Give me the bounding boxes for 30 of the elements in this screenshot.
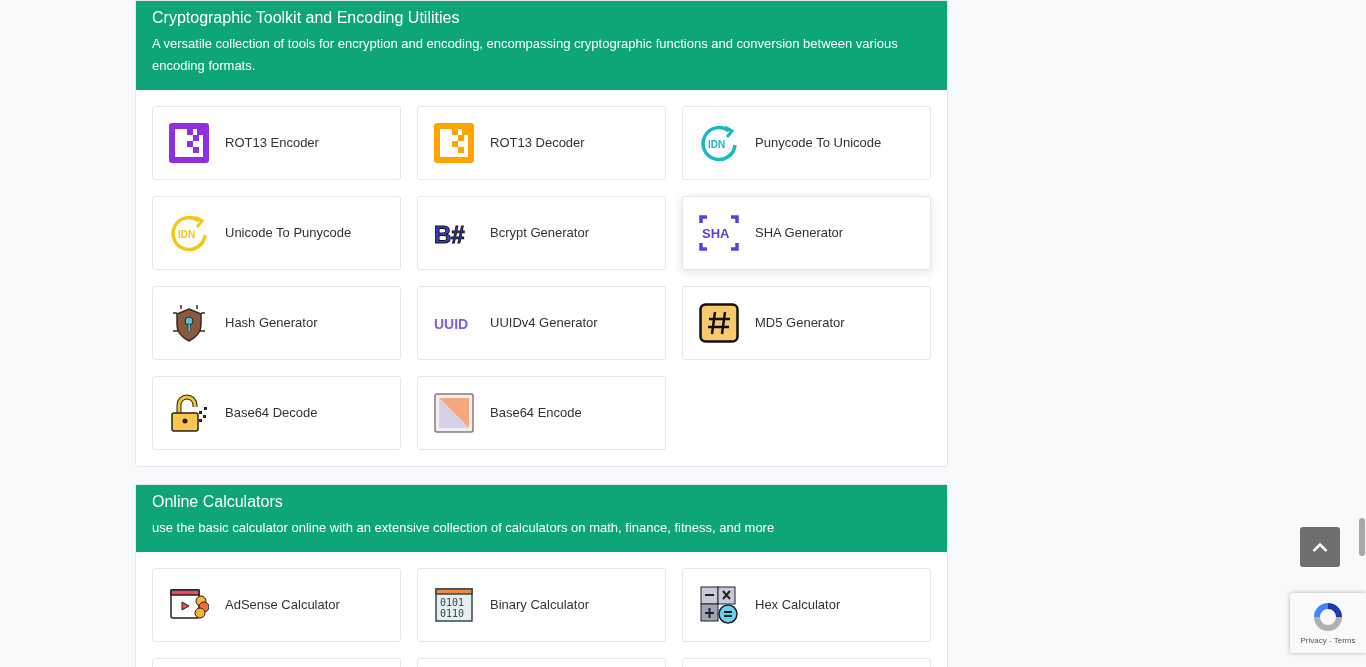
scroll-to-top-button[interactable]	[1300, 527, 1340, 567]
tool-card[interactable]: ROT13 Decoder	[417, 106, 666, 180]
tool-card[interactable]: AdSense Calculator	[152, 568, 401, 642]
scrollbar-thumb	[1359, 518, 1365, 556]
tool-card[interactable]: IDN Punycode To Unicode	[682, 106, 931, 180]
hash-square-icon	[699, 303, 739, 343]
tool-card[interactable]: UUID UUIDv4 Generator	[417, 286, 666, 360]
tool-card[interactable]: Base64 Encode	[417, 376, 666, 450]
tool-card[interactable]: Hash Generator	[152, 286, 401, 360]
checker-square-icon	[434, 123, 474, 163]
tool-card[interactable]: IDN Unicode To Punycode	[152, 196, 401, 270]
category-title: Cryptographic Toolkit and Encoding Utilities	[152, 8, 461, 28]
b-hash-icon: B#	[434, 213, 474, 253]
tool-card[interactable]: Hex Calculator	[682, 568, 931, 642]
tool-card[interactable]: ROT13 Encoder	[152, 106, 401, 180]
tool-card[interactable]: Base64 Decode	[152, 376, 401, 450]
tool-card[interactable]: 0101 0110 Binary Calculator	[417, 568, 666, 642]
chevron-up-icon	[1312, 542, 1328, 552]
tool-card[interactable]: SHA SHA Generator	[682, 196, 931, 270]
padlock-pixels-icon	[169, 393, 209, 433]
calculator-keys-icon	[699, 585, 739, 625]
privacy-terms-link[interactable]: Privacy - Terms	[1300, 635, 1356, 647]
category-title: Online Calculators	[152, 492, 284, 512]
binary-window-icon: 0101 0110	[434, 585, 474, 625]
tool-card[interactable]: MD5 Generator	[682, 286, 931, 360]
checker-square-icon	[169, 123, 209, 163]
tool-card[interactable]: B# Bcrypt Generator	[417, 196, 666, 270]
category-description: A versatile collection of tools for encryption and encoding, encompassing cryptographic functions and conversion between various encoding formats.	[152, 35, 899, 75]
category-description: use the basic calculator online with an extensive collection of calculators on math, finance, fitness, and more	[152, 519, 776, 537]
uuid-text-icon: UUID	[434, 303, 474, 343]
